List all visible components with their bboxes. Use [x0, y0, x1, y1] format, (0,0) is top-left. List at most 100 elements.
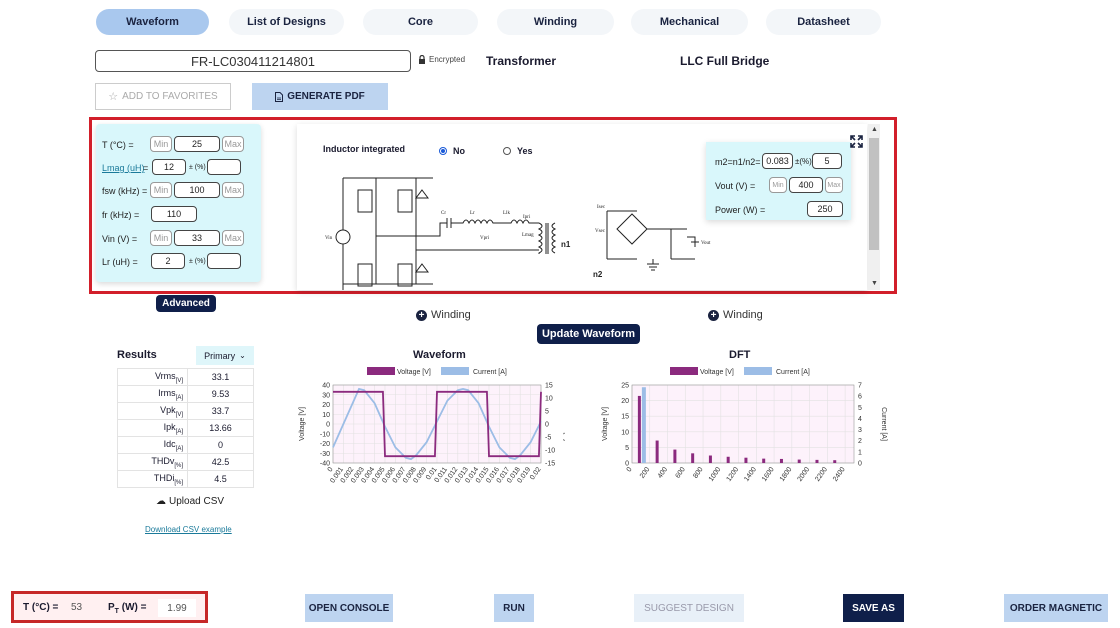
x-tick-label: 2200 — [814, 466, 829, 483]
console-label: OPEN CONSOLE — [308, 602, 390, 614]
legend-label: Voltage [V] — [700, 369, 734, 376]
circuit-scrollbar[interactable]: ▲ ▼ — [868, 124, 880, 290]
legend-swatch — [670, 367, 698, 375]
x-tick-label: 200 — [639, 466, 651, 480]
y-tick-label: -10 — [320, 431, 330, 438]
voltage-bar — [637, 395, 641, 463]
open-console-button[interactable]: OPEN CONSOLE — [305, 594, 393, 622]
ratio-input[interactable]: 0.083 — [762, 153, 793, 169]
footer-pt-label: PT (W) = — [108, 602, 146, 615]
voltage-bar — [708, 455, 712, 463]
x-tick-label: 800 — [692, 466, 704, 480]
y-tick-label: 5 — [625, 445, 629, 452]
plus-circle-icon: + — [708, 309, 719, 321]
add-winding-left-button[interactable]: + Winding — [416, 309, 471, 321]
cloud-upload-icon: ☁ — [156, 496, 166, 507]
voltage-bar — [691, 453, 695, 463]
legend-swatch — [441, 367, 469, 375]
results-table: Vrms[V] 33.1 Irms[A] 9.53 Vpk[V] 33.7 Ipk[A] 13… — [117, 368, 254, 488]
y-tick-label: 10 — [621, 429, 629, 436]
encrypted-label: Encrypted — [429, 55, 466, 64]
tab-label: Waveform — [126, 16, 179, 28]
tab-label: Core — [407, 16, 434, 28]
update-waveform-label: Update Waveform — [541, 328, 636, 340]
add-winding-right-button[interactable]: + Winding — [708, 309, 763, 321]
pt-label: P — [108, 602, 115, 613]
results-title: Results — [117, 349, 157, 361]
lock-icon — [419, 55, 425, 64]
result-key: Idc[A] — [117, 436, 188, 454]
tab-mechanical[interactable]: Mechanical — [631, 9, 748, 35]
star-icon: ☆ — [108, 91, 119, 103]
design-code-input[interactable]: FR-LC030411214801 — [95, 50, 411, 72]
table-row: Irms[A] 9.53 — [117, 385, 254, 403]
download-csv-link[interactable]: Download CSV example — [145, 525, 232, 534]
winding-label: Winding — [723, 309, 763, 321]
voltage-bar — [779, 458, 783, 463]
result-value: 4.5 — [187, 470, 254, 488]
x-tick-label: 0.02 — [529, 466, 543, 481]
x-tick-label: 600 — [674, 466, 686, 480]
waveform-chart: Voltage [V] Current [A] 40 30 20 10 0 -10 -20 -30… — [299, 367, 565, 485]
tab-core[interactable]: Core — [363, 9, 478, 35]
x-tick-label: 1600 — [761, 466, 776, 483]
tab-winding[interactable]: Winding — [497, 9, 614, 35]
results-select[interactable]: Primary ⌄ — [196, 346, 254, 365]
footer-t-label: T (°C) = — [23, 602, 59, 613]
dft-chart: Voltage [V] Current [A]252015105076543210… — [602, 367, 887, 483]
vout-min-input[interactable]: Min — [769, 177, 787, 193]
x-tick-label: 1200 — [726, 466, 741, 483]
ratio-tol-input[interactable]: 5 — [812, 153, 842, 169]
legend-swatch — [367, 367, 395, 375]
power-input[interactable]: 250 — [807, 201, 843, 217]
table-row: THDi[%] 4.5 — [117, 470, 254, 488]
tab-label: List of Designs — [247, 16, 326, 28]
circuit-panel: Inductor integrated No Yes Vin Cr Lr Llk… — [297, 124, 867, 290]
y-tick-label: 20 — [322, 402, 330, 409]
tab-datasheet[interactable]: Datasheet — [766, 9, 881, 35]
upload-csv-button[interactable]: ☁ Upload CSV — [156, 496, 224, 507]
y-tick-label: 25 — [621, 383, 629, 390]
y2-tick-label: 0 — [858, 461, 862, 468]
x-tick-label: 1000 — [708, 466, 723, 483]
y2-tick-label: 5 — [545, 409, 549, 416]
upload-label: Upload CSV — [169, 496, 225, 507]
result-value: 33.7 — [187, 402, 254, 420]
plot-area — [632, 385, 854, 463]
suggest-design-button[interactable]: SUGGEST DESIGN — [634, 594, 744, 622]
tab-list-of-designs[interactable]: List of Designs — [229, 9, 344, 35]
voltage-bar — [762, 458, 766, 463]
advanced-button[interactable]: Advanced — [156, 295, 216, 312]
cr-node: Cr — [441, 211, 446, 216]
generate-pdf-button[interactable]: GENERATE PDF — [252, 83, 388, 110]
scroll-up-icon[interactable]: ▲ — [871, 126, 878, 133]
y-tick-label: 0 — [326, 422, 330, 429]
result-key: Vrms[V] — [117, 368, 188, 386]
run-button[interactable]: RUN — [494, 594, 534, 622]
legend-label: Current [A] — [473, 369, 507, 376]
n1-label: n1 — [561, 240, 571, 249]
order-magnetic-button[interactable]: ORDER MAGNETIC — [1004, 594, 1108, 622]
pdf-file-icon — [275, 91, 284, 102]
ratio-label: m2=n1/n2= — [715, 157, 761, 167]
save-as-button[interactable]: SAVE AS — [843, 594, 904, 622]
output-panel: m2=n1/n2= 0.083 ±(%) 5 Vout (V) = Min 40… — [706, 142, 851, 220]
y-tick-label: -30 — [320, 451, 330, 458]
legend-label: Current [A] — [776, 369, 810, 376]
tab-waveform[interactable]: Waveform — [96, 9, 209, 35]
scrollbar-thumb[interactable] — [869, 138, 879, 250]
vout-input[interactable]: 400 — [789, 177, 823, 193]
vout-max-input[interactable]: Max — [825, 177, 843, 193]
expand-icon[interactable] — [850, 135, 863, 148]
plus-circle-icon: + — [416, 309, 427, 321]
result-value: 13.66 — [187, 419, 254, 437]
llk-node: Llk — [503, 211, 510, 216]
y2-tick-label: -15 — [545, 461, 555, 468]
result-key: THDv[%] — [117, 453, 188, 471]
chevron-down-icon: ⌄ — [239, 351, 246, 360]
result-value: 0 — [187, 436, 254, 454]
update-waveform-button[interactable]: Update Waveform — [537, 324, 640, 344]
y2-tick-label: 5 — [858, 405, 862, 412]
add-to-favorites-button[interactable]: ☆ ADD TO FAVORITES — [95, 83, 231, 110]
scroll-down-icon[interactable]: ▼ — [871, 280, 878, 287]
